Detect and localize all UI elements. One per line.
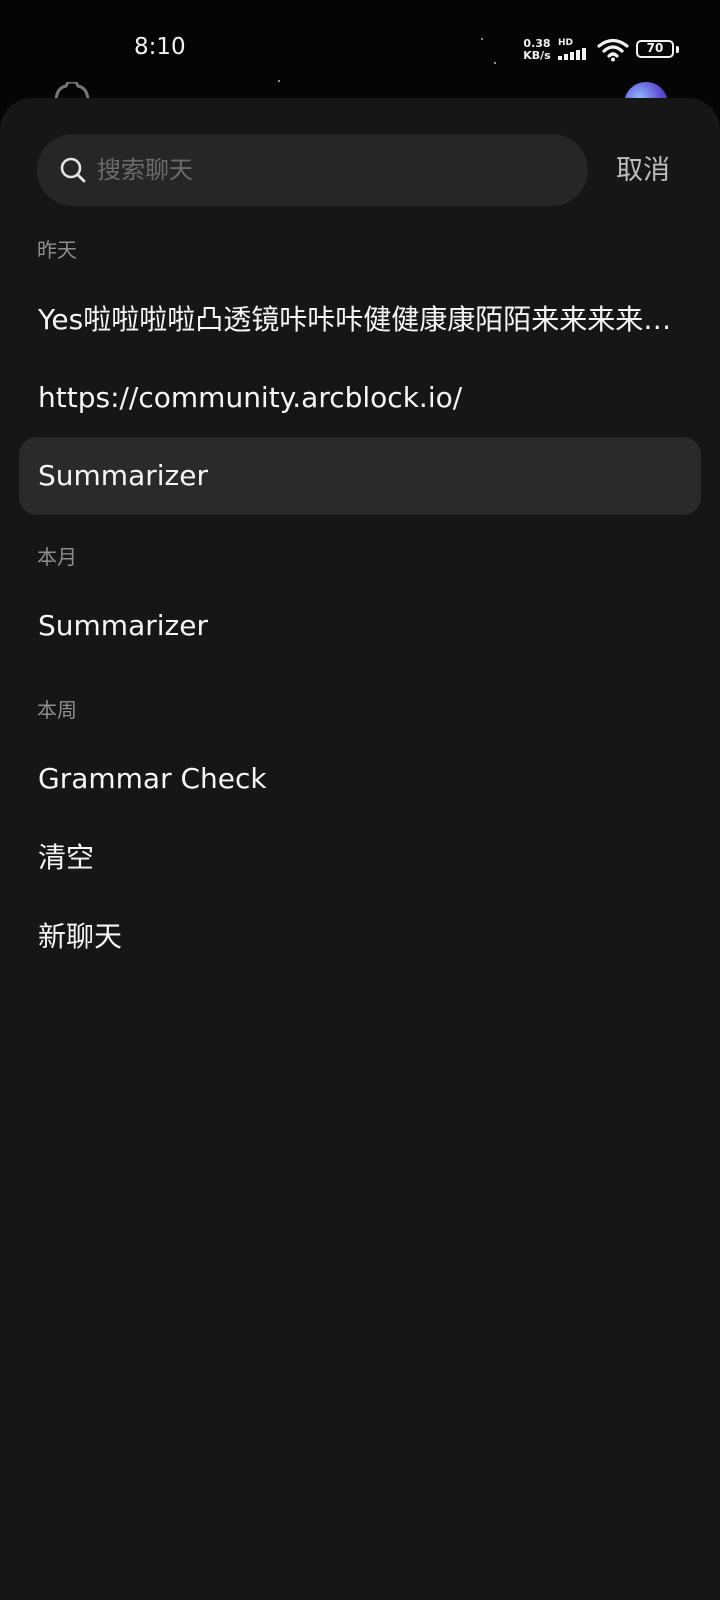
- wifi-icon: [597, 38, 629, 62]
- chat-item[interactable]: Yes啦啦啦啦凸透镜咔咔咔健健康康陌陌来来来来来来来: [19, 281, 701, 359]
- chat-item[interactable]: 清空: [19, 819, 701, 897]
- section-header-yesterday: 昨天: [37, 238, 77, 262]
- chat-item-label: https://community.arcblock.io/: [38, 381, 463, 414]
- chat-item[interactable]: https://community.arcblock.io/: [19, 359, 701, 437]
- chat-item-label: Summarizer: [38, 459, 208, 492]
- search-icon: [60, 157, 86, 183]
- status-time: 8:10: [134, 34, 186, 60]
- search-input[interactable]: [95, 134, 567, 206]
- chat-item-label: Summarizer: [38, 609, 208, 642]
- star-decoration: [278, 80, 280, 82]
- search-box[interactable]: [37, 134, 588, 206]
- battery-level: 70: [646, 41, 664, 55]
- chat-item[interactable]: Grammar Check: [19, 740, 701, 818]
- network-speed-unit: KB/s: [523, 49, 551, 62]
- cancel-button[interactable]: 取消: [616, 148, 670, 187]
- chat-item-label: Yes啦啦啦啦凸透镜咔咔咔健健康康陌陌来来来来来来来: [38, 303, 678, 336]
- chat-item-label: 清空: [38, 841, 95, 874]
- chat-item[interactable]: Summarizer: [19, 587, 701, 665]
- signal-icon: [558, 48, 586, 60]
- battery-tip: [676, 46, 679, 53]
- search-chat-sheet: 取消 昨天 Yes啦啦啦啦凸透镜咔咔咔健健康康陌陌来来来来来来来 https:/…: [0, 98, 720, 1600]
- star-decoration: [494, 62, 496, 64]
- screen: 8:10 0.38 KB/s HD 70 搜索聊天 取消 昨天 Yes啦啦啦啦凸…: [0, 0, 720, 1600]
- network-speed: 0.38 KB/s: [520, 38, 554, 62]
- chat-item-label: Grammar Check: [38, 762, 267, 795]
- battery-icon: 70: [636, 40, 674, 58]
- chat-item-label: 新聊天: [38, 920, 123, 953]
- chat-item[interactable]: 新聊天: [19, 898, 701, 976]
- section-header-this-month: 本月: [37, 545, 77, 569]
- section-header-this-week: 本周: [37, 698, 77, 722]
- hd-badge: HD: [558, 38, 574, 48]
- chat-item-selected[interactable]: Summarizer: [19, 437, 701, 515]
- star-decoration: [481, 38, 483, 40]
- status-bar: 8:10 0.38 KB/s HD 70: [0, 0, 720, 126]
